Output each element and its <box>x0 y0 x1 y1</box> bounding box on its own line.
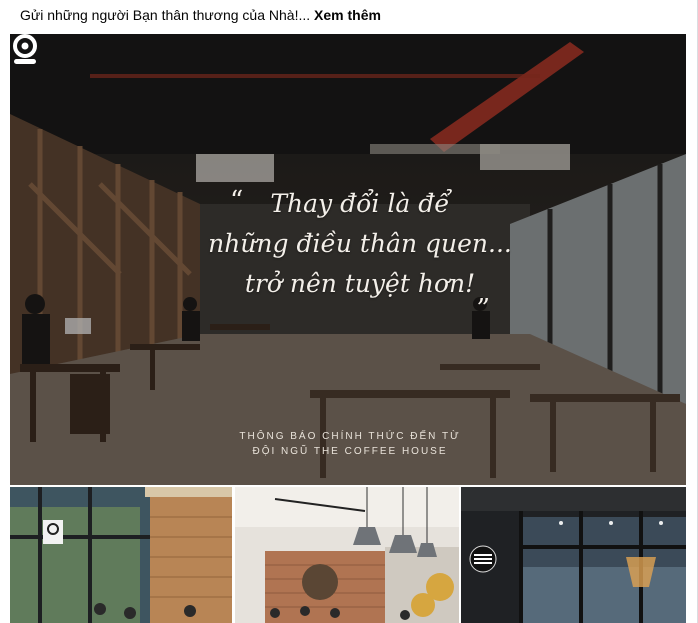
cafe-glass-facade-photo <box>461 487 686 623</box>
thumbnail-photo-1[interactable] <box>10 487 232 623</box>
quote-line-2: những điều thân quen... <box>208 229 512 258</box>
official-notice: THÔNG BÁO CHÍNH THỨC ĐẾN TỪ ĐỘI NGŨ THE … <box>190 429 510 459</box>
caption-text: Gửi những người Bạn thân thương của Nhà!… <box>20 7 311 23</box>
quote-line-1: Thay đổi là để <box>270 189 450 218</box>
hero-photo[interactable]: “ Thay đổi là để những điều thân quen...… <box>10 34 686 485</box>
thumbnail-photo-2[interactable] <box>235 487 459 623</box>
see-more-link[interactable]: Xem thêm <box>314 7 381 23</box>
post-caption: Gửi những người Bạn thân thương của Nhà!… <box>20 6 381 24</box>
quote-close-mark: „ <box>477 278 491 308</box>
notice-line-1: THÔNG BÁO CHÍNH THỨC ĐẾN TỪ <box>239 431 461 442</box>
cafe-pendant-lights-photo <box>235 487 459 623</box>
thumbnail-photo-3[interactable] <box>461 487 686 623</box>
cafe-wood-wall-photo <box>10 487 232 623</box>
notice-line-2: ĐỘI NGŨ THE COFFEE HOUSE <box>252 446 448 457</box>
coffee-house-logo-icon <box>13 34 37 64</box>
